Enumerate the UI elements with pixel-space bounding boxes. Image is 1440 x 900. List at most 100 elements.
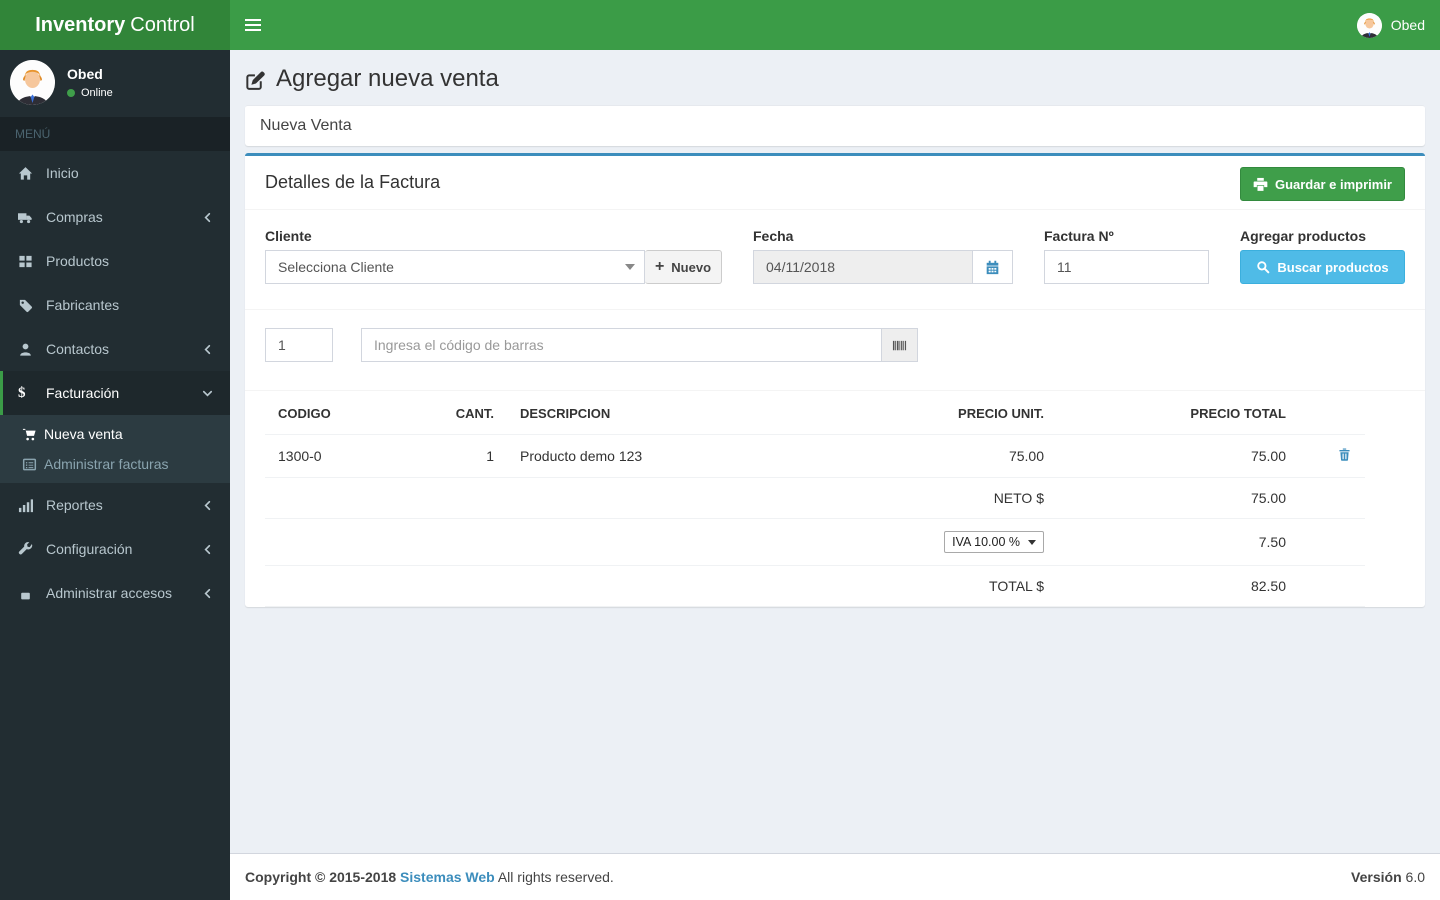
barcode-input[interactable] — [361, 328, 883, 362]
sidebar-user-status[interactable]: Online — [67, 87, 113, 99]
online-status-icon — [67, 89, 75, 97]
cell-descripcion: Producto demo 123 — [507, 434, 870, 478]
navbar-user-menu[interactable]: Obed — [1356, 12, 1440, 38]
factura-num-label: Factura Nº — [1044, 228, 1114, 244]
nueva-venta-box-title: Nueva Venta — [260, 117, 352, 134]
main-content: Nueva Venta Detalles de la Factura Guard… — [230, 105, 1440, 853]
sidebar-item-administrar-accesos[interactable]: Administrar accesos — [0, 571, 230, 615]
col-descripcion: DESCRIPCION — [507, 393, 870, 435]
brand-bold: Inventory — [35, 13, 126, 36]
neto-value: 75.00 — [1057, 477, 1299, 519]
home-icon — [18, 166, 46, 181]
user-icon — [18, 342, 46, 357]
footer-version: Versión 6.0 — [1351, 869, 1425, 885]
fecha-field-group: Fecha — [753, 228, 1013, 284]
barcode-icon — [882, 328, 918, 362]
total-value: 82.50 — [1057, 565, 1299, 607]
col-codigo: CODIGO — [265, 393, 441, 435]
sidebar: Obed Online MENÚ Inicio Compras Producto… — [0, 50, 230, 900]
neto-label: NETO $ — [265, 477, 1057, 519]
chevron-left-icon — [200, 342, 215, 357]
sidebar-item-inicio[interactable]: Inicio — [0, 151, 230, 195]
factura-box: Detalles de la Factura Guardar e imprimi… — [245, 153, 1425, 607]
sidebar-menu-header: MENÚ — [0, 117, 230, 151]
cliente-label: Cliente — [265, 228, 312, 244]
total-row: TOTAL $ 82.50 — [265, 565, 1365, 607]
sidebar-item-administrar-facturas[interactable]: Administrar facturas — [0, 449, 230, 479]
sidebar-item-nueva-venta[interactable]: Nueva venta — [0, 419, 230, 449]
sidebar-item-contactos[interactable]: Contactos — [0, 327, 230, 371]
content-header: Agregar nueva venta — [230, 50, 1440, 105]
cell-codigo: 1300-0 — [265, 434, 441, 478]
fecha-input[interactable] — [753, 250, 973, 284]
footer-copyright: Copyright © 2015-2018 Sistemas Web All r… — [245, 869, 614, 885]
user-avatar — [1356, 12, 1382, 38]
iva-select[interactable]: IVA 10.00 % — [944, 531, 1044, 553]
iva-value: 7.50 — [1057, 518, 1299, 566]
page-title: Agregar nueva venta — [245, 65, 1425, 93]
nuevo-cliente-button[interactable]: + Nuevo — [645, 250, 722, 284]
dollar-icon: $ — [18, 384, 26, 401]
buscar-productos-button[interactable]: Buscar productos — [1240, 250, 1405, 284]
guardar-imprimir-button[interactable]: Guardar e imprimir — [1239, 167, 1405, 201]
chevron-left-icon — [200, 586, 215, 601]
sistemas-web-link[interactable]: Sistemas Web — [400, 869, 495, 885]
printer-icon — [1253, 177, 1268, 192]
list-icon — [22, 457, 44, 472]
invoice-fields-row: Cliente Selecciona Cliente + Nuevo Fecha — [245, 210, 1425, 310]
col-cant: CANT. — [441, 393, 507, 435]
content-wrapper: Agregar nueva venta Nueva Venta Detalles… — [230, 50, 1440, 900]
total-label: TOTAL $ — [265, 565, 1057, 607]
wrench-icon — [18, 541, 46, 557]
cliente-select[interactable]: Selecciona Cliente — [265, 250, 645, 284]
chevron-left-icon — [200, 210, 215, 225]
top-navbar: Obed — [230, 0, 1440, 50]
sidebar-user-name: Obed — [67, 66, 103, 82]
sidebar-item-fabricantes[interactable]: Fabricantes — [0, 283, 230, 327]
app-logo[interactable]: Inventory Control — [0, 0, 230, 50]
agregar-productos-label: Agregar productos — [1240, 228, 1367, 244]
sidebar-item-reportes[interactable]: Reportes — [0, 483, 230, 527]
navbar-user-name: Obed — [1390, 17, 1425, 33]
fecha-label: Fecha — [753, 228, 794, 244]
iva-row: IVA 10.00 % 7.50 — [265, 518, 1365, 566]
quantity-input[interactable] — [265, 328, 333, 362]
chevron-down-icon — [625, 264, 635, 270]
search-icon — [1256, 260, 1270, 274]
grid-icon — [18, 254, 46, 269]
facturacion-submenu: Nueva venta Administrar facturas — [0, 415, 230, 483]
chevron-down-icon — [1028, 539, 1036, 545]
user-avatar — [10, 60, 55, 105]
nueva-venta-box: Nueva Venta — [245, 105, 1425, 146]
main-header: Inventory Control Obed — [0, 0, 1440, 50]
cart-icon — [22, 427, 44, 442]
table-header-row: CODIGO CANT. DESCRIPCION PRECIO UNIT. PR… — [265, 393, 1365, 435]
sidebar-item-facturacion[interactable]: $ Facturación — [0, 371, 230, 415]
sidebar-item-configuracion[interactable]: Configuración — [0, 527, 230, 571]
table-row: 1300-0 1 Producto demo 123 75.00 75.00 — [265, 434, 1365, 478]
cell-precio-total: 75.00 — [1057, 434, 1299, 478]
main-footer: Copyright © 2015-2018 Sistemas Web All r… — [230, 853, 1440, 900]
sidebar-toggle-icon[interactable] — [230, 0, 275, 50]
sidebar-item-compras[interactable]: Compras — [0, 195, 230, 239]
col-precio-total: PRECIO TOTAL — [1057, 393, 1299, 435]
chevron-left-icon — [200, 498, 215, 513]
agregar-productos-group: Agregar productos Buscar productos — [1240, 228, 1405, 284]
factura-num-field-group: Factura Nº — [1044, 228, 1209, 284]
chevron-left-icon — [200, 542, 215, 557]
col-precio-unit: PRECIO UNIT. — [870, 393, 1057, 435]
brand-normal: Control — [130, 13, 195, 36]
factura-section-title: Detalles de la Factura — [265, 172, 441, 192]
sidebar-item-productos[interactable]: Productos — [0, 239, 230, 283]
edit-icon — [245, 69, 266, 90]
neto-row: NETO $ 75.00 — [265, 477, 1365, 519]
truck-icon — [18, 210, 46, 225]
factura-box-header: Detalles de la Factura Guardar e imprimi… — [245, 156, 1425, 210]
barcode-row — [245, 310, 1425, 391]
plus-icon: + — [654, 258, 665, 275]
sidebar-user-panel: Obed Online — [0, 50, 230, 117]
calendar-icon[interactable] — [973, 250, 1013, 284]
chevron-down-icon — [200, 386, 215, 401]
trash-icon[interactable] — [1337, 447, 1352, 462]
factura-num-input[interactable] — [1044, 250, 1209, 284]
